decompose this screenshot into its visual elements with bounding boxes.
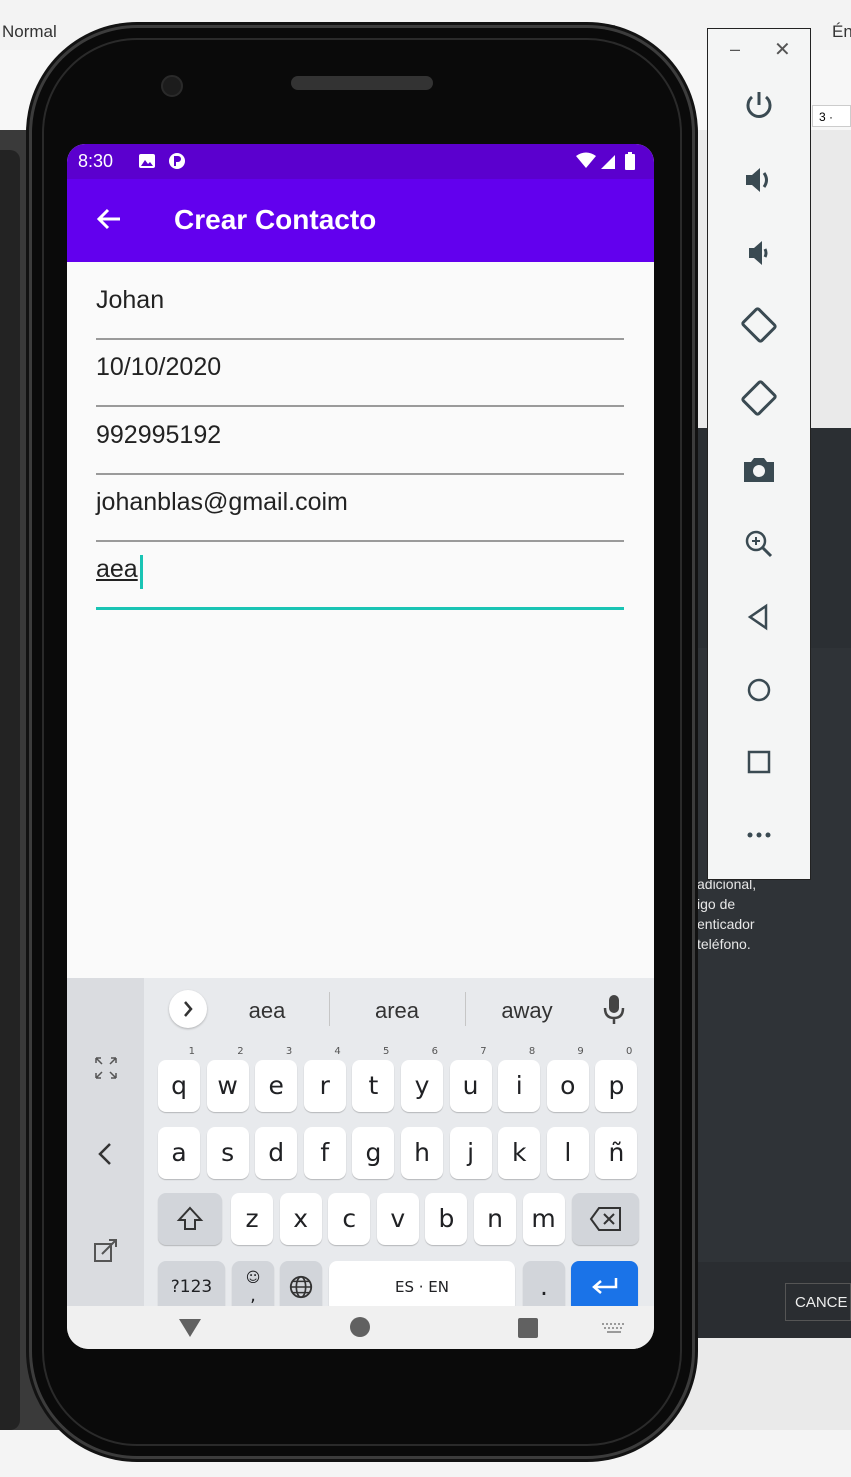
- key-m[interactable]: m: [522, 1193, 565, 1245]
- key-p[interactable]: p0: [595, 1046, 638, 1112]
- text-cursor: [140, 555, 143, 589]
- key-j[interactable]: j: [449, 1127, 492, 1179]
- power-icon[interactable]: [738, 84, 780, 126]
- background-cancel-button[interactable]: CANCE: [785, 1283, 851, 1321]
- navigation-bar: [67, 1306, 654, 1349]
- chevron-right-icon: [184, 1001, 193, 1017]
- home-icon[interactable]: [738, 669, 780, 711]
- key-d[interactable]: d: [255, 1127, 298, 1179]
- page-title: Crear Contacto: [174, 204, 377, 235]
- key-n[interactable]: n: [474, 1193, 516, 1245]
- key-s[interactable]: s: [206, 1127, 249, 1179]
- key-b[interactable]: b: [425, 1193, 468, 1245]
- close-icon[interactable]: ✕: [774, 37, 791, 62]
- background-dialog-text: adicional, igo de enticador teléfono.: [697, 876, 757, 952]
- cellular-signal-icon: [601, 155, 615, 169]
- key-w[interactable]: w2: [206, 1046, 249, 1112]
- key-o[interactable]: o9: [546, 1046, 589, 1112]
- wifi-icon: [576, 152, 596, 168]
- emulator-toolbar: – ✕: [707, 28, 811, 880]
- rotate-right-icon[interactable]: [738, 377, 780, 419]
- image-notification-icon: [139, 154, 155, 168]
- expand-keyboard-icon[interactable]: [92, 1054, 120, 1082]
- suggestion-1[interactable]: aea: [227, 998, 307, 1024]
- background-device-edge: [0, 150, 20, 1430]
- nav-back-icon[interactable]: [178, 1318, 202, 1338]
- shift-key[interactable]: [158, 1193, 222, 1245]
- keyboard-switch-icon[interactable]: [601, 1322, 627, 1334]
- key-l[interactable]: l: [546, 1127, 589, 1179]
- backspace-icon: [589, 1207, 621, 1231]
- suggestion-2[interactable]: area: [357, 998, 437, 1024]
- back-icon[interactable]: [738, 596, 780, 638]
- overview-icon[interactable]: [738, 741, 780, 783]
- cursor-left-icon[interactable]: [92, 1140, 120, 1168]
- zoom-icon[interactable]: [738, 523, 780, 565]
- globe-icon: [289, 1275, 313, 1299]
- phone-screen: 8:30 Crear Contacto Johan 10/10/2020 992…: [67, 144, 654, 1349]
- microphone-icon[interactable]: [602, 994, 626, 1026]
- camera-icon[interactable]: [738, 449, 780, 491]
- app-notification-icon: [169, 153, 185, 169]
- phone-field[interactable]: 992995192: [96, 415, 624, 475]
- battery-icon: [625, 152, 635, 170]
- status-time: 8:30: [78, 151, 114, 171]
- key-c[interactable]: c: [328, 1193, 371, 1245]
- suggestion-3[interactable]: away: [487, 998, 567, 1024]
- suggestions-expand-button[interactable]: [169, 990, 207, 1028]
- minimize-icon[interactable]: –: [730, 39, 740, 60]
- key-t[interactable]: t5: [352, 1046, 395, 1112]
- key-y[interactable]: y6: [401, 1046, 443, 1112]
- key-q[interactable]: q1: [158, 1046, 200, 1112]
- key-r[interactable]: r4: [303, 1046, 346, 1112]
- email-field[interactable]: johanblas@gmail.coim: [96, 482, 624, 542]
- volume-up-icon[interactable]: [738, 159, 780, 201]
- more-icon[interactable]: [738, 814, 780, 856]
- nav-recents-icon[interactable]: [517, 1317, 539, 1339]
- status-bar: 8:30: [67, 144, 654, 179]
- key-a[interactable]: a: [158, 1127, 200, 1179]
- front-camera: [161, 75, 183, 97]
- key-h[interactable]: h: [401, 1127, 443, 1179]
- notes-field[interactable]: aea: [96, 549, 624, 610]
- phone-frame: 8:30 Crear Contacto Johan 10/10/2020 992…: [32, 28, 692, 1456]
- style-en[interactable]: Én: [832, 22, 851, 42]
- key-v[interactable]: v: [376, 1193, 419, 1245]
- back-arrow-icon[interactable]: [93, 203, 125, 235]
- key-i[interactable]: i8: [498, 1046, 541, 1112]
- key-u[interactable]: u7: [449, 1046, 492, 1112]
- key-f[interactable]: f: [303, 1127, 346, 1179]
- key-k[interactable]: k: [498, 1127, 541, 1179]
- earpiece-speaker: [291, 76, 433, 90]
- rotate-left-icon[interactable]: [738, 304, 780, 346]
- backspace-key[interactable]: [572, 1193, 639, 1245]
- name-field[interactable]: Johan: [96, 280, 624, 340]
- shift-icon: [176, 1206, 204, 1230]
- date-field[interactable]: 10/10/2020: [96, 347, 624, 407]
- key-ñ[interactable]: ñ: [595, 1127, 638, 1179]
- floating-keyboard-icon[interactable]: [92, 1236, 120, 1264]
- style-normal[interactable]: Normal: [2, 22, 57, 42]
- soft-keyboard: aea area away q1w2e3r4t5y6u7i8o9p0 asdfg…: [67, 978, 654, 1313]
- ruler: 3 ·: [812, 105, 851, 127]
- app-bar: Crear Contacto: [67, 179, 654, 262]
- key-z[interactable]: z: [231, 1193, 273, 1245]
- key-g[interactable]: g: [352, 1127, 395, 1179]
- nav-home-icon[interactable]: [349, 1316, 371, 1338]
- key-x[interactable]: x: [279, 1193, 322, 1245]
- volume-down-icon[interactable]: [738, 232, 780, 274]
- enter-icon: [591, 1278, 617, 1294]
- key-e[interactable]: e3: [255, 1046, 298, 1112]
